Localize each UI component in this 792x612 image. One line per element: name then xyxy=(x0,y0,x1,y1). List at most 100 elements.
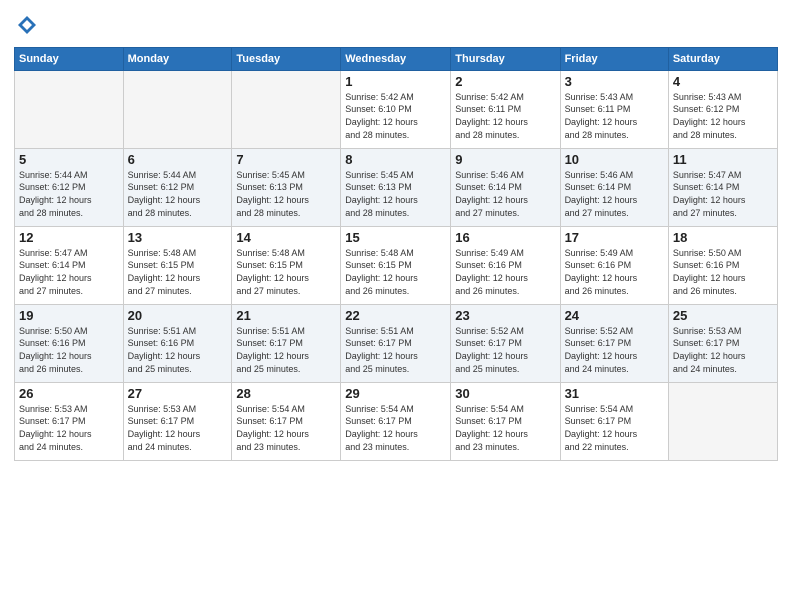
day-info: Sunrise: 5:54 AM Sunset: 6:17 PM Dayligh… xyxy=(236,403,336,453)
weekday-header-sunday: Sunday xyxy=(15,47,124,70)
calendar-cell: 8 Sunrise: 5:45 AM Sunset: 6:13 PM Daylig… xyxy=(341,148,451,226)
day-number: 6 xyxy=(128,152,228,167)
day-info: Sunrise: 5:51 AM Sunset: 6:16 PM Dayligh… xyxy=(128,325,228,375)
calendar-cell: 14 Sunrise: 5:48 AM Sunset: 6:15 PM Dayli… xyxy=(232,226,341,304)
week-row-2: 5 Sunrise: 5:44 AM Sunset: 6:12 PM Daylig… xyxy=(15,148,778,226)
day-info: Sunrise: 5:45 AM Sunset: 6:13 PM Dayligh… xyxy=(236,169,336,219)
calendar-cell: 27 Sunrise: 5:53 AM Sunset: 6:17 PM Dayli… xyxy=(123,382,232,460)
day-number: 31 xyxy=(565,386,664,401)
day-number: 26 xyxy=(19,386,119,401)
day-number: 18 xyxy=(673,230,773,245)
calendar-cell: 12 Sunrise: 5:47 AM Sunset: 6:14 PM Dayli… xyxy=(15,226,124,304)
day-info: Sunrise: 5:49 AM Sunset: 6:16 PM Dayligh… xyxy=(565,247,664,297)
calendar-cell: 4Sunrise: 5:43 AM Sunset: 6:12 PM Daylig… xyxy=(668,70,777,148)
day-info: Sunrise: 5:54 AM Sunset: 6:17 PM Dayligh… xyxy=(345,403,446,453)
day-info: Sunrise: 5:45 AM Sunset: 6:13 PM Dayligh… xyxy=(345,169,446,219)
calendar-cell: 24Sunrise: 5:52 AM Sunset: 6:17 PM Dayli… xyxy=(560,304,668,382)
day-number: 19 xyxy=(19,308,119,323)
day-number: 12 xyxy=(19,230,119,245)
calendar-cell: 15 Sunrise: 5:48 AM Sunset: 6:15 PM Dayli… xyxy=(341,226,451,304)
day-info: Sunrise: 5:48 AM Sunset: 6:15 PM Dayligh… xyxy=(128,247,228,297)
day-number: 22 xyxy=(345,308,446,323)
calendar-cell: 3 Sunrise: 5:43 AM Sunset: 6:11 PM Daylig… xyxy=(560,70,668,148)
calendar-cell: 11 Sunrise: 5:47 AM Sunset: 6:14 PM Dayli… xyxy=(668,148,777,226)
day-info: Sunrise: 5:47 AM Sunset: 6:14 PM Dayligh… xyxy=(673,169,773,219)
calendar-cell: 29 Sunrise: 5:54 AM Sunset: 6:17 PM Dayli… xyxy=(341,382,451,460)
day-info: Sunrise: 5:54 AM Sunset: 6:17 PM Dayligh… xyxy=(565,403,664,453)
header xyxy=(14,10,778,41)
logo-icon xyxy=(16,14,38,36)
day-number: 2 xyxy=(455,74,555,89)
calendar-cell: 19 Sunrise: 5:50 AM Sunset: 6:16 PM Dayli… xyxy=(15,304,124,382)
day-info: Sunrise: 5:51 AM Sunset: 6:17 PM Dayligh… xyxy=(236,325,336,375)
day-info: Sunrise: 5:54 AM Sunset: 6:17 PM Dayligh… xyxy=(455,403,555,453)
day-number: 13 xyxy=(128,230,228,245)
day-number: 28 xyxy=(236,386,336,401)
week-row-5: 26 Sunrise: 5:53 AM Sunset: 6:17 PM Dayli… xyxy=(15,382,778,460)
day-info: Sunrise: 5:47 AM Sunset: 6:14 PM Dayligh… xyxy=(19,247,119,297)
day-number: 29 xyxy=(345,386,446,401)
calendar-cell: 16 Sunrise: 5:49 AM Sunset: 6:16 PM Dayli… xyxy=(451,226,560,304)
weekday-header-monday: Monday xyxy=(123,47,232,70)
day-number: 8 xyxy=(345,152,446,167)
calendar-cell: 22Sunrise: 5:51 AM Sunset: 6:17 PM Dayli… xyxy=(341,304,451,382)
day-info: Sunrise: 5:50 AM Sunset: 6:16 PM Dayligh… xyxy=(19,325,119,375)
logo xyxy=(14,14,38,41)
day-number: 5 xyxy=(19,152,119,167)
weekday-header-wednesday: Wednesday xyxy=(341,47,451,70)
day-info: Sunrise: 5:50 AM Sunset: 6:16 PM Dayligh… xyxy=(673,247,773,297)
day-number: 17 xyxy=(565,230,664,245)
calendar-cell: 1Sunrise: 5:42 AM Sunset: 6:10 PM Daylig… xyxy=(341,70,451,148)
calendar-cell: 26Sunrise: 5:53 AM Sunset: 6:17 PM Dayli… xyxy=(15,382,124,460)
weekday-header-row: SundayMondayTuesdayWednesdayThursdayFrid… xyxy=(15,47,778,70)
day-number: 16 xyxy=(455,230,555,245)
week-row-1: 1Sunrise: 5:42 AM Sunset: 6:10 PM Daylig… xyxy=(15,70,778,148)
day-info: Sunrise: 5:46 AM Sunset: 6:14 PM Dayligh… xyxy=(565,169,664,219)
day-info: Sunrise: 5:48 AM Sunset: 6:15 PM Dayligh… xyxy=(345,247,446,297)
day-number: 3 xyxy=(565,74,664,89)
calendar-cell: 6 Sunrise: 5:44 AM Sunset: 6:12 PM Daylig… xyxy=(123,148,232,226)
weekday-header-thursday: Thursday xyxy=(451,47,560,70)
calendar-cell xyxy=(123,70,232,148)
day-info: Sunrise: 5:48 AM Sunset: 6:15 PM Dayligh… xyxy=(236,247,336,297)
weekday-header-friday: Friday xyxy=(560,47,668,70)
day-number: 14 xyxy=(236,230,336,245)
logo-text xyxy=(14,14,38,41)
day-number: 7 xyxy=(236,152,336,167)
calendar-cell xyxy=(668,382,777,460)
calendar-cell: 31 Sunrise: 5:54 AM Sunset: 6:17 PM Dayli… xyxy=(560,382,668,460)
calendar-cell: 20 Sunrise: 5:51 AM Sunset: 6:16 PM Dayli… xyxy=(123,304,232,382)
day-info: Sunrise: 5:53 AM Sunset: 6:17 PM Dayligh… xyxy=(128,403,228,453)
calendar: SundayMondayTuesdayWednesdayThursdayFrid… xyxy=(14,47,778,461)
calendar-cell: 18 Sunrise: 5:50 AM Sunset: 6:16 PM Dayli… xyxy=(668,226,777,304)
day-number: 25 xyxy=(673,308,773,323)
day-info: Sunrise: 5:44 AM Sunset: 6:12 PM Dayligh… xyxy=(19,169,119,219)
weekday-header-tuesday: Tuesday xyxy=(232,47,341,70)
day-info: Sunrise: 5:44 AM Sunset: 6:12 PM Dayligh… xyxy=(128,169,228,219)
week-row-3: 12 Sunrise: 5:47 AM Sunset: 6:14 PM Dayli… xyxy=(15,226,778,304)
day-info: Sunrise: 5:42 AM Sunset: 6:10 PM Dayligh… xyxy=(345,91,446,141)
day-info: Sunrise: 5:43 AM Sunset: 6:11 PM Dayligh… xyxy=(565,91,664,141)
day-number: 27 xyxy=(128,386,228,401)
calendar-cell: 30Sunrise: 5:54 AM Sunset: 6:17 PM Dayli… xyxy=(451,382,560,460)
calendar-cell: 2 Sunrise: 5:42 AM Sunset: 6:11 PM Daylig… xyxy=(451,70,560,148)
calendar-cell: 13 Sunrise: 5:48 AM Sunset: 6:15 PM Dayli… xyxy=(123,226,232,304)
day-number: 10 xyxy=(565,152,664,167)
day-number: 21 xyxy=(236,308,336,323)
day-number: 11 xyxy=(673,152,773,167)
calendar-cell: 5 Sunrise: 5:44 AM Sunset: 6:12 PM Daylig… xyxy=(15,148,124,226)
day-number: 20 xyxy=(128,308,228,323)
calendar-cell: 25 Sunrise: 5:53 AM Sunset: 6:17 PM Dayli… xyxy=(668,304,777,382)
day-info: Sunrise: 5:52 AM Sunset: 6:17 PM Dayligh… xyxy=(455,325,555,375)
day-info: Sunrise: 5:46 AM Sunset: 6:14 PM Dayligh… xyxy=(455,169,555,219)
day-number: 9 xyxy=(455,152,555,167)
calendar-cell: 10 Sunrise: 5:46 AM Sunset: 6:14 PM Dayli… xyxy=(560,148,668,226)
page: SundayMondayTuesdayWednesdayThursdayFrid… xyxy=(0,0,792,612)
calendar-cell: 28 Sunrise: 5:54 AM Sunset: 6:17 PM Dayli… xyxy=(232,382,341,460)
day-number: 15 xyxy=(345,230,446,245)
day-info: Sunrise: 5:49 AM Sunset: 6:16 PM Dayligh… xyxy=(455,247,555,297)
day-number: 4 xyxy=(673,74,773,89)
day-info: Sunrise: 5:53 AM Sunset: 6:17 PM Dayligh… xyxy=(673,325,773,375)
calendar-cell xyxy=(232,70,341,148)
day-info: Sunrise: 5:42 AM Sunset: 6:11 PM Dayligh… xyxy=(455,91,555,141)
